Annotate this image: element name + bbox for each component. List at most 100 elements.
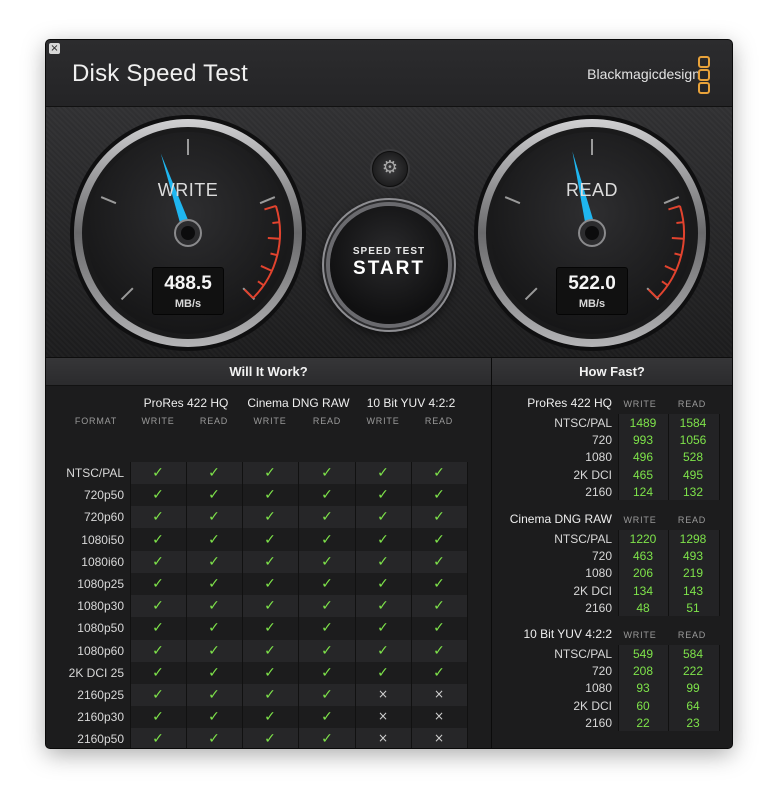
check-icon: ✓ [264, 487, 276, 504]
check-icon: ✓ [377, 664, 389, 681]
column-separator [467, 462, 468, 748]
write-gauge-label: WRITE [157, 180, 219, 200]
read-fps-value: 1056 [679, 433, 707, 448]
check-icon: ✓ [377, 487, 389, 504]
read-fps-value: 1298 [679, 532, 707, 546]
check-icon: ✓ [377, 531, 389, 548]
how-fast-format-label: 1080 [585, 450, 612, 465]
write-fps-value: 549 [632, 647, 654, 661]
will-it-work-header: Will It Work? [46, 358, 491, 386]
read-gauge [474, 115, 710, 351]
how-fast-format-label: 2160 [585, 600, 612, 615]
read-speed-unit: MB/s [578, 298, 606, 310]
write-readout: 488.5 MB/s [152, 267, 224, 315]
column-separator [298, 462, 299, 748]
how-fast-format-label: 2160 [585, 484, 612, 499]
format-row-label: 2160p50 [77, 732, 124, 747]
read-fps-value: 99 [686, 681, 700, 696]
check-icon: ✓ [321, 620, 333, 637]
check-icon: ✓ [433, 531, 445, 548]
check-icon: ✓ [377, 598, 389, 615]
write-column-label: WRITE [623, 399, 657, 409]
read-fps-value: 495 [682, 467, 704, 482]
format-row-label: 1080i50 [81, 532, 124, 547]
write-fps-value: 48 [636, 600, 650, 615]
disk-speed-test-window: × Disk Speed Test Blackmagicdesign WRITE… [46, 40, 732, 748]
write-fps-value: 465 [632, 467, 654, 482]
check-icon: ✓ [208, 487, 220, 504]
check-icon: ✓ [208, 576, 220, 592]
format-row-label: 1080p30 [77, 599, 124, 614]
cross-icon: × [433, 731, 445, 746]
how-fast-header: How Fast? [492, 358, 732, 386]
check-icon: ✓ [208, 664, 220, 681]
write-fps-value: 134 [632, 583, 654, 598]
gear-icon: ⚙ [381, 157, 399, 178]
gauge-redline-tick [671, 237, 684, 240]
check-icon: ✓ [321, 731, 333, 748]
check-icon: ✓ [208, 620, 220, 637]
how-fast-section-title: 10 Bit YUV 4:2:2 [523, 627, 613, 641]
check-icon: ✓ [152, 642, 164, 659]
read-gauge-label: READ [565, 180, 618, 200]
format-row-label: 2160p30 [77, 710, 124, 725]
column-separator [411, 462, 412, 748]
how-fast-format-label: 720 [591, 549, 612, 564]
cross-icon: × [433, 709, 445, 724]
check-icon: ✓ [321, 553, 333, 570]
settings-button[interactable]: ⚙ [372, 151, 408, 187]
speed-test-start-button[interactable]: SPEED TEST START [330, 206, 448, 324]
write-column-label: WRITE [366, 416, 400, 426]
write-fps-value: 1220 [629, 532, 657, 546]
check-icon: ✓ [321, 465, 333, 481]
check-icon: ✓ [208, 531, 220, 548]
check-icon: ✓ [433, 664, 445, 681]
check-icon: ✓ [321, 687, 333, 703]
check-icon: ✓ [152, 576, 164, 592]
how-fast-format-label: 720 [591, 433, 612, 448]
format-row-label: NTSC/PAL [66, 466, 124, 480]
close-icon[interactable]: × [49, 43, 60, 54]
title-bar: × Disk Speed Test Blackmagicdesign [46, 40, 732, 107]
column-separator [668, 414, 669, 500]
check-icon: ✓ [208, 598, 220, 615]
read-fps-value: 64 [686, 698, 700, 713]
how-fast-format-label: 720 [591, 664, 612, 679]
how-fast-format-label: NTSC/PAL [554, 416, 612, 430]
check-icon: ✓ [433, 487, 445, 504]
check-icon: ✓ [321, 531, 333, 548]
check-icon: ✓ [377, 465, 389, 481]
check-icon: ✓ [208, 687, 220, 703]
read-column-label: READ [312, 416, 342, 426]
check-icon: ✓ [152, 598, 164, 615]
check-icon: ✓ [152, 531, 164, 548]
how-fast-format-label: NTSC/PAL [554, 647, 612, 661]
check-icon: ✓ [152, 620, 164, 637]
how-fast-section-title: ProRes 422 HQ [527, 396, 612, 410]
check-icon: ✓ [264, 509, 276, 526]
check-icon: ✓ [321, 664, 333, 681]
start-button-label: START [353, 258, 425, 279]
write-speed-unit: MB/s [174, 298, 202, 310]
column-separator [668, 530, 669, 616]
how-fast-format-label: 2K DCI [573, 583, 612, 598]
column-separator [186, 462, 187, 748]
write-column-label: WRITE [141, 416, 175, 426]
read-speed-value: 522.0 [568, 273, 616, 294]
check-icon: ✓ [433, 598, 445, 615]
group-title: Cinema DNG RAW [247, 396, 350, 410]
column-separator [130, 462, 131, 748]
write-fps-value: 1489 [629, 416, 657, 430]
column-separator [355, 462, 356, 748]
write-fps-value: 93 [636, 681, 650, 696]
how-fast-format-label: 2160 [585, 715, 612, 730]
format-row-label: 1080p50 [77, 621, 124, 636]
check-icon: ✓ [152, 509, 164, 526]
check-icon: ✓ [208, 509, 220, 526]
format-row-label: 2K DCI 25 [68, 665, 124, 680]
check-icon: ✓ [321, 487, 333, 504]
check-icon: ✓ [377, 642, 389, 659]
will-it-work-table: ProRes 422 HQ Cinema DNG RAW 10 Bit YUV 4:… [46, 386, 491, 748]
check-icon: ✓ [264, 553, 276, 570]
check-icon: ✓ [264, 642, 276, 659]
